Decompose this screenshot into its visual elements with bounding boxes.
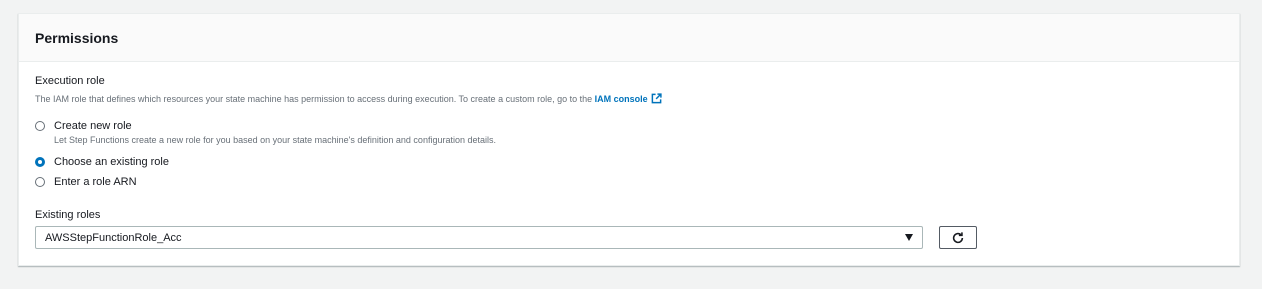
radio-button-create-new-role[interactable] <box>35 121 45 131</box>
radio-button-choose-existing-role[interactable] <box>35 157 45 167</box>
existing-roles-selected-value[interactable]: AWSStepFunctionRole_Acc <box>45 232 182 244</box>
refresh-icon[interactable] <box>951 231 965 245</box>
radio-choose-existing-role[interactable]: Choose an existing role <box>35 156 169 168</box>
radio-label-create-new-role[interactable]: Create new role <box>54 120 132 132</box>
radio-label-choose-existing-role[interactable]: Choose an existing role <box>54 156 169 168</box>
radio-button-enter-role-arn[interactable] <box>35 177 45 187</box>
external-link-icon[interactable] <box>651 93 662 104</box>
existing-roles-select[interactable]: AWSStepFunctionRole_Acc <box>35 226 923 249</box>
panel-title: Permissions <box>35 29 119 46</box>
existing-roles-label: Existing roles <box>35 209 101 221</box>
panel-header: Permissions <box>19 14 1239 62</box>
radio-create-new-role[interactable]: Create new role <box>35 120 132 132</box>
iam-console-link[interactable]: IAM console <box>595 93 662 104</box>
permissions-panel: Permissions Execution role The IAM role … <box>18 13 1240 266</box>
execution-role-description: The IAM role that defines which resource… <box>35 93 662 104</box>
iam-console-link-text[interactable]: IAM console <box>595 94 648 104</box>
radio-enter-role-arn[interactable]: Enter a role ARN <box>35 176 137 188</box>
caret-down-icon[interactable] <box>905 234 913 241</box>
radio-label-enter-role-arn[interactable]: Enter a role ARN <box>54 176 137 188</box>
radio-description-create-new-role: Let Step Functions create a new role for… <box>54 135 496 145</box>
execution-role-description-text: The IAM role that defines which resource… <box>35 94 593 104</box>
refresh-roles-button[interactable] <box>939 226 977 249</box>
execution-role-label: Execution role <box>35 75 105 87</box>
